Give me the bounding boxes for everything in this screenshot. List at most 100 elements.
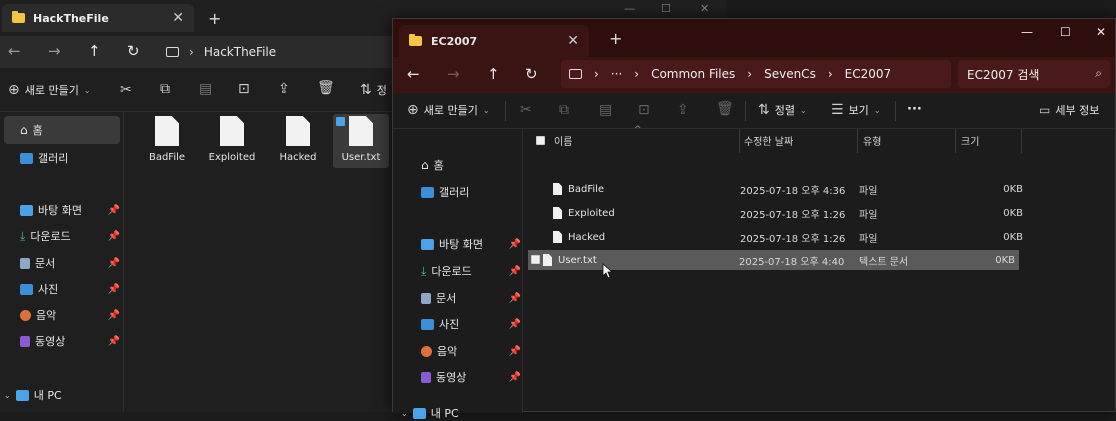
up-icon[interactable]: ↑: [88, 42, 101, 60]
column-header-type[interactable]: 유형: [863, 133, 881, 148]
new-tab-icon[interactable]: +: [208, 9, 221, 28]
share-icon[interactable]: ⇪: [677, 102, 689, 118]
maximize-icon[interactable]: ☐: [661, 2, 671, 15]
new-button[interactable]: ⊕ 새로 만들기 ⌄: [8, 82, 91, 98]
up-icon[interactable]: ↑: [487, 65, 500, 83]
refresh-icon[interactable]: ↻: [525, 65, 538, 83]
sort-button[interactable]: ⇅ 정: [360, 82, 387, 98]
sidebar-item-gallery[interactable]: 갤러리: [421, 184, 521, 200]
breadcrumb-item[interactable]: Common Files: [651, 67, 735, 81]
maximize-icon[interactable]: ☐: [1060, 25, 1071, 39]
delete-icon[interactable]: 🗑: [317, 80, 335, 96]
sidebar-item-pictures[interactable]: 사진 📌: [20, 281, 120, 297]
copy-icon[interactable]: ⧉: [559, 102, 569, 118]
file-item[interactable]: Hacked: [273, 116, 323, 163]
file-item-selected[interactable]: User.txt: [333, 114, 389, 168]
pin-icon[interactable]: 📌: [108, 231, 120, 242]
sidebar-item-label: 바탕 화면: [439, 238, 483, 251]
search-input[interactable]: EC2007 검색 ⌕: [958, 60, 1110, 88]
details-pane-button[interactable]: ▭ 세부 정보: [1039, 102, 1099, 118]
cut-icon[interactable]: ✂: [120, 82, 132, 98]
close-tab-icon[interactable]: ✕: [567, 34, 579, 48]
sidebar-item-home[interactable]: ⌂ 홈: [421, 157, 521, 173]
pin-icon[interactable]: 📌: [509, 293, 521, 304]
rename-icon[interactable]: ⊡: [638, 102, 650, 118]
chevron-right-icon: ›: [594, 67, 599, 81]
cut-icon[interactable]: ✂: [520, 102, 532, 118]
sidebar-item-this-pc[interactable]: ⌄ 내 PC: [401, 405, 501, 421]
pin-icon[interactable]: 📌: [108, 310, 120, 321]
sidebar-item-gallery[interactable]: 갤러리: [20, 150, 120, 166]
table-row[interactable]: Hacked 2025-07-18 오후 1:26 파일 0KB: [535, 227, 1027, 247]
column-header-name[interactable]: 이름: [554, 133, 572, 148]
checkbox-icon[interactable]: [336, 117, 345, 126]
pin-icon[interactable]: 📌: [108, 205, 120, 216]
sidebar-item-label: 동영상: [35, 335, 66, 348]
tab-ec2007[interactable]: EC2007 ✕: [399, 25, 589, 57]
sidebar-item-music[interactable]: 음악 📌: [421, 343, 521, 359]
pin-icon[interactable]: 📌: [509, 346, 521, 357]
pin-icon[interactable]: 📌: [108, 336, 120, 347]
column-divider[interactable]: [1021, 129, 1022, 153]
rename-icon[interactable]: ⊡: [238, 81, 250, 97]
sidebar-item-downloads[interactable]: ⤓ 다운로드 📌: [20, 228, 120, 244]
sidebar-item-downloads[interactable]: ⤓ 다운로드 📌: [421, 263, 521, 279]
new-button[interactable]: ⊕ 새로 만들기 ⌄: [407, 102, 490, 118]
sidebar-item-desktop[interactable]: 바탕 화면 📌: [20, 202, 120, 218]
tab-hackthefile[interactable]: HackTheFile ✕: [2, 4, 194, 32]
view-icon: ☰: [831, 102, 844, 118]
minimize-icon[interactable]: —: [624, 2, 635, 15]
row-checkbox[interactable]: [531, 255, 540, 264]
pin-icon[interactable]: 📌: [509, 266, 521, 277]
file-name: Hacked: [568, 231, 606, 243]
close-window-icon[interactable]: ✕: [1096, 25, 1106, 39]
pin-icon[interactable]: 📌: [108, 284, 120, 295]
sidebar-item-videos[interactable]: 동영상 📌: [421, 369, 521, 385]
column-divider[interactable]: [739, 129, 740, 153]
sidebar-item-videos[interactable]: 동영상 📌: [20, 333, 120, 349]
sort-button[interactable]: ⇅ 정렬 ⌄: [758, 102, 807, 118]
sidebar-item-documents[interactable]: 문서 📌: [20, 255, 120, 271]
refresh-icon[interactable]: ↻: [127, 42, 140, 60]
close-window-icon[interactable]: ✕: [700, 2, 709, 15]
file-name: Exploited: [568, 207, 615, 219]
column-divider[interactable]: [857, 129, 858, 153]
sidebar-item-music[interactable]: 음악 📌: [20, 307, 120, 323]
sidebar-item-home[interactable]: ⌂ 홈: [4, 116, 120, 144]
more-options-button[interactable]: ···: [907, 102, 922, 117]
sidebar-item-this-pc[interactable]: ⌄ 내 PC: [4, 387, 104, 403]
minimize-icon[interactable]: —: [1021, 25, 1033, 39]
address-bar[interactable]: › ··· › Common Files › SevenCs › EC2007: [561, 60, 951, 88]
view-button[interactable]: ☰ 보기 ⌄: [831, 102, 881, 118]
table-row[interactable]: Exploited 2025-07-18 오후 1:26 파일 0KB: [535, 203, 1027, 223]
breadcrumb-more-button[interactable]: ···: [611, 67, 622, 81]
share-icon[interactable]: ⇪: [278, 81, 290, 97]
breadcrumb-item[interactable]: EC2007: [845, 67, 892, 81]
pin-icon[interactable]: 📌: [509, 319, 521, 330]
sidebar-item-pictures[interactable]: 사진 📌: [421, 316, 521, 332]
back-icon[interactable]: ←: [407, 65, 420, 83]
breadcrumb-item[interactable]: SevenCs: [764, 67, 816, 81]
select-all-checkbox[interactable]: [536, 136, 545, 145]
file-item[interactable]: Exploited: [207, 116, 257, 163]
file-item[interactable]: BadFile: [142, 116, 192, 163]
column-divider[interactable]: [955, 129, 956, 153]
close-tab-icon[interactable]: ✕: [172, 11, 184, 25]
pin-icon[interactable]: 📌: [509, 372, 521, 383]
sidebar-item-documents[interactable]: 문서 📌: [421, 290, 521, 306]
table-row[interactable]: BadFile 2025-07-18 오후 4:36 파일 0KB: [535, 179, 1027, 199]
copy-icon[interactable]: ⧉: [160, 81, 170, 97]
delete-icon[interactable]: 🗑: [716, 101, 734, 117]
paste-icon[interactable]: ▤: [599, 102, 612, 118]
forward-icon[interactable]: →: [447, 65, 460, 83]
pin-icon[interactable]: 📌: [509, 239, 521, 250]
search-placeholder: EC2007 검색: [967, 67, 1040, 82]
sidebar-item-desktop[interactable]: 바탕 화면 📌: [421, 236, 521, 252]
pin-icon[interactable]: 📌: [108, 258, 120, 269]
back-icon[interactable]: ←: [8, 42, 21, 60]
column-header-size[interactable]: 크기: [961, 133, 979, 148]
forward-icon[interactable]: →: [48, 42, 61, 60]
new-tab-icon[interactable]: +: [609, 29, 622, 48]
column-header-date[interactable]: 수정한 날짜: [744, 133, 793, 148]
paste-icon[interactable]: ▤: [199, 81, 212, 97]
